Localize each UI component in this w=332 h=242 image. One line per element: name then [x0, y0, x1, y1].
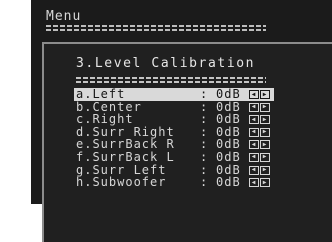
right-arrow-icon[interactable]: ▶: [260, 127, 270, 137]
speaker-label: a.Left: [76, 87, 126, 101]
right-arrow-icon[interactable]: ▶: [260, 178, 270, 188]
speaker-row-subwoofer[interactable]: h.Subwoofer : 0dB ◀ ▶: [74, 176, 274, 189]
speaker-row-left[interactable]: a.Left : 0dB ◀ ▶: [74, 88, 274, 101]
level-adjust-arrows[interactable]: ◀ ▶: [249, 165, 270, 175]
main-menu-title: Menu: [46, 9, 82, 24]
level-adjust-arrows[interactable]: ◀ ▶: [249, 115, 270, 125]
level-value: 0dB: [216, 175, 241, 190]
speaker-row-surrback-l[interactable]: f.SurrBack L : 0dB ◀ ▶: [74, 151, 274, 164]
level-calibration-screen: 3.Level Calibration a.Left : 0dB ◀ ▶ b.C…: [42, 42, 332, 242]
right-arrow-icon[interactable]: ▶: [260, 165, 270, 175]
level-value: 0dB: [216, 112, 241, 127]
left-arrow-icon[interactable]: ◀: [249, 165, 259, 175]
main-menu-divider: [46, 25, 266, 32]
right-arrow-icon[interactable]: ▶: [260, 102, 270, 112]
right-arrow-icon[interactable]: ▶: [260, 152, 270, 162]
speaker-level-list: a.Left : 0dB ◀ ▶ b.Center : 0dB ◀ ▶ c.Ri…: [74, 88, 274, 189]
left-arrow-icon[interactable]: ◀: [249, 152, 259, 162]
level-adjust-arrows[interactable]: ◀ ▶: [249, 102, 270, 112]
left-arrow-icon[interactable]: ◀: [249, 115, 259, 125]
left-arrow-icon[interactable]: ◀: [249, 127, 259, 137]
right-arrow-icon[interactable]: ▶: [260, 90, 270, 99]
speaker-label: c.Right: [76, 112, 134, 127]
separator: :: [200, 149, 209, 164]
separator: :: [200, 175, 209, 190]
level-adjust-arrows[interactable]: ◀ ▶: [249, 152, 270, 162]
right-arrow-icon[interactable]: ▶: [260, 115, 270, 125]
level-calibration-divider: [76, 77, 266, 84]
level-calibration-title: 3.Level Calibration: [76, 56, 256, 71]
speaker-label: h.Subwoofer: [76, 175, 167, 190]
left-arrow-icon[interactable]: ◀: [249, 102, 259, 112]
right-arrow-icon[interactable]: ▶: [260, 140, 270, 150]
level-value: 0dB: [216, 87, 241, 101]
left-arrow-icon[interactable]: ◀: [249, 90, 259, 99]
level-value: 0dB: [216, 149, 241, 164]
level-adjust-arrows[interactable]: ◀ ▶: [249, 127, 270, 137]
level-adjust-arrows[interactable]: ◀ ▶: [249, 178, 270, 188]
separator: :: [200, 112, 209, 127]
level-adjust-arrows[interactable]: ◀ ▶: [249, 140, 270, 150]
level-adjust-arrows[interactable]: ◀ ▶: [249, 90, 270, 99]
speaker-label: f.SurrBack L: [76, 149, 175, 164]
left-arrow-icon[interactable]: ◀: [249, 178, 259, 188]
speaker-row-right[interactable]: c.Right : 0dB ◀ ▶: [74, 113, 274, 126]
separator: :: [200, 87, 209, 101]
left-arrow-icon[interactable]: ◀: [249, 140, 259, 150]
